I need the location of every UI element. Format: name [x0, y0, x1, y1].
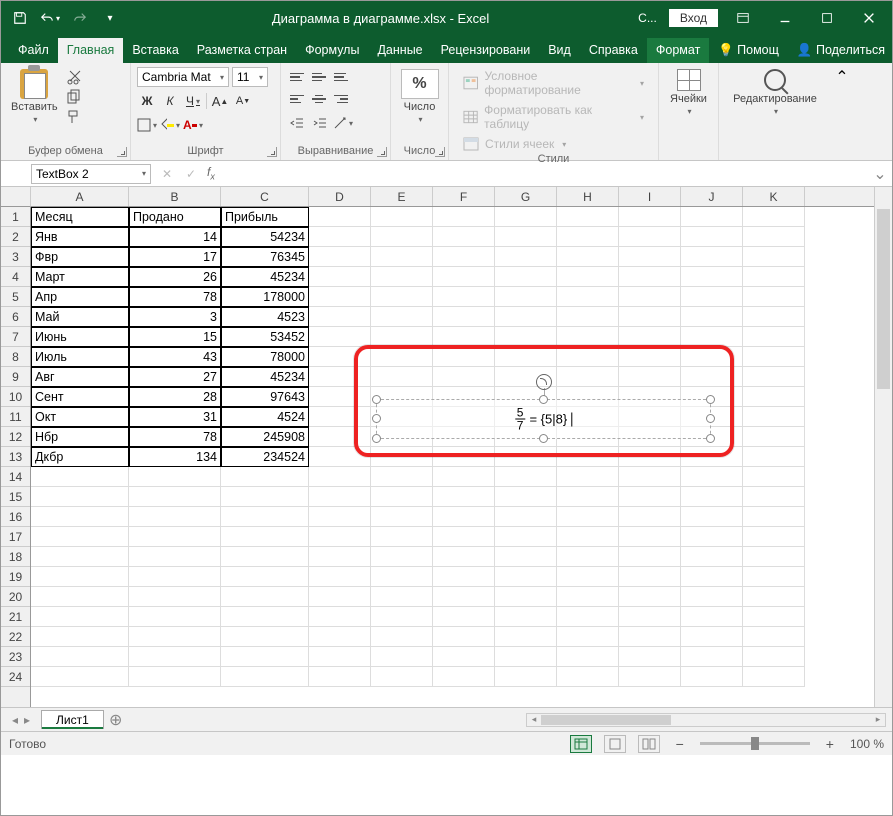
minimize-button[interactable] [768, 5, 802, 31]
clipboard-icon [20, 69, 48, 99]
align-middle-button[interactable] [309, 67, 329, 87]
font-name-combo[interactable]: Cambria Mat▾ [137, 67, 229, 87]
format-as-table-button[interactable]: Форматировать как таблицу▾ [455, 101, 652, 133]
tab-review[interactable]: Рецензировани [432, 38, 540, 63]
tab-insert[interactable]: Вставка [123, 38, 187, 63]
cells-icon [677, 69, 701, 91]
redo-button[interactable] [67, 5, 93, 31]
window-title: Диаграмма в диаграмме.xlsx - Excel [123, 11, 638, 26]
tab-formulas[interactable]: Формулы [296, 38, 368, 63]
align-left-button[interactable] [287, 89, 307, 109]
ribbon-tabs: Файл Главная Вставка Разметка стран Форм… [1, 35, 892, 63]
tab-file[interactable]: Файл [9, 38, 58, 63]
tab-home[interactable]: Главная [58, 38, 124, 63]
vertical-scrollbar[interactable] [874, 187, 892, 707]
font-dialog-launcher[interactable] [267, 147, 277, 157]
zoom-level[interactable]: 100 % [850, 737, 884, 751]
italic-button[interactable]: К [160, 91, 180, 111]
cut-button[interactable] [66, 69, 84, 85]
name-box[interactable]: TextBox 2▾ [31, 164, 151, 184]
row-headers[interactable]: 123456789101112131415161718192021222324 [1, 207, 31, 707]
font-size-combo[interactable]: 11▾ [232, 67, 268, 87]
decrease-font-button[interactable]: A▼ [233, 91, 253, 111]
normal-view-button[interactable] [570, 735, 592, 753]
increase-font-button[interactable]: A▲ [210, 91, 230, 111]
undo-button[interactable]: ▾ [37, 5, 63, 31]
fill-color-button[interactable]: ▾ [160, 115, 180, 135]
tab-view[interactable]: Вид [539, 38, 580, 63]
enter-formula-button[interactable]: ✓ [179, 167, 203, 181]
group-label-clipboard: Буфер обмена [1, 145, 130, 160]
status-text: Готово [9, 737, 46, 751]
save-button[interactable] [7, 5, 33, 31]
align-center-button[interactable] [309, 89, 329, 109]
increase-indent-button[interactable] [310, 113, 330, 133]
cells-button[interactable]: Ячейки▾ [666, 67, 711, 118]
tab-help[interactable]: Справка [580, 38, 647, 63]
align-top-button[interactable] [287, 67, 307, 87]
cell-grid[interactable]: МесяцПроданоПрибыльЯнв1454234Фвр1776345М… [31, 207, 874, 707]
number-dialog-launcher[interactable] [435, 147, 445, 157]
orientation-button[interactable]: ▾ [333, 113, 353, 133]
tab-data[interactable]: Данные [368, 38, 431, 63]
select-all-button[interactable] [1, 187, 31, 207]
worksheet-area: ABCDEFGHIJK 1234567891011121314151617181… [1, 187, 892, 707]
magnifier-icon [764, 69, 786, 91]
editing-button[interactable]: Редактирование▾ [729, 67, 821, 118]
font-color-button[interactable]: A▾ [183, 115, 203, 135]
textbox-object[interactable]: 57 = {5|8} [376, 399, 711, 439]
format-painter-button[interactable] [66, 109, 84, 125]
sheet-tab-bar: ◂▸ Лист1 ⊕ ◂▸ [1, 707, 892, 731]
expand-formula-bar-button[interactable]: ⌄ [868, 164, 892, 184]
cell-styles-button[interactable]: Стили ячеек▾ [455, 135, 574, 153]
qat-customize-button[interactable]: ▾ [97, 5, 123, 31]
new-sheet-button[interactable]: ⊕ [104, 710, 128, 730]
borders-button[interactable]: ▾ [137, 115, 157, 135]
paste-button[interactable]: Вставить▾ [7, 67, 62, 126]
ribbon-options-button[interactable] [726, 5, 760, 31]
sheet-tab-1[interactable]: Лист1 [41, 710, 104, 729]
formula-bar-row: TextBox 2▾ ✕ ✓ fx ⌄ [1, 161, 892, 187]
title-bar: ▾ ▾ Диаграмма в диаграмме.xlsx - Excel С… [1, 1, 892, 35]
close-button[interactable] [852, 5, 886, 31]
bold-button[interactable]: Ж [137, 91, 157, 111]
horizontal-scrollbar[interactable]: ◂▸ [526, 713, 886, 727]
ribbon: Вставить▾ Буфер обмена Cambria Mat▾ 11▾ … [1, 63, 892, 161]
signin-button[interactable]: Вход [669, 9, 718, 27]
percent-icon: % [401, 69, 439, 99]
alignment-dialog-launcher[interactable] [377, 147, 387, 157]
number-format-button[interactable]: % Число▾ [397, 67, 443, 126]
group-label-font: Шрифт [131, 145, 280, 160]
align-right-button[interactable] [331, 89, 351, 109]
collapse-ribbon-button[interactable]: ⌃ [831, 63, 853, 160]
sheet-nav-buttons[interactable]: ◂▸ [1, 713, 41, 727]
page-break-view-button[interactable] [638, 735, 660, 753]
rotation-handle[interactable] [536, 374, 552, 390]
page-layout-view-button[interactable] [604, 735, 626, 753]
group-label-styles: Стили [449, 153, 658, 168]
maximize-button[interactable] [810, 5, 844, 31]
zoom-slider[interactable] [700, 742, 810, 745]
context-tab-group: С... [638, 11, 657, 25]
copy-button[interactable] [66, 89, 84, 105]
equation-content[interactable]: 57 = {5|8} [515, 407, 572, 432]
conditional-formatting-button[interactable]: Условное форматирование▾ [455, 67, 652, 99]
column-headers[interactable]: ABCDEFGHIJK [31, 187, 874, 207]
zoom-out-button[interactable]: − [672, 736, 688, 752]
group-label-alignment: Выравнивание [281, 145, 390, 160]
tell-me-button[interactable]: 💡 Помощ [711, 38, 786, 63]
share-button[interactable]: 👤 Поделиться [790, 38, 892, 63]
decrease-indent-button[interactable] [287, 113, 307, 133]
clipboard-dialog-launcher[interactable] [117, 147, 127, 157]
tab-page-layout[interactable]: Разметка стран [188, 38, 296, 63]
cancel-formula-button[interactable]: ✕ [155, 167, 179, 181]
tab-format[interactable]: Формат [647, 38, 709, 63]
fx-icon[interactable]: fx [203, 165, 219, 181]
zoom-in-button[interactable]: + [822, 736, 838, 752]
underline-button[interactable]: Ч▾ [183, 91, 203, 111]
align-bottom-button[interactable] [331, 67, 351, 87]
status-bar: Готово − + 100 % [1, 731, 892, 755]
